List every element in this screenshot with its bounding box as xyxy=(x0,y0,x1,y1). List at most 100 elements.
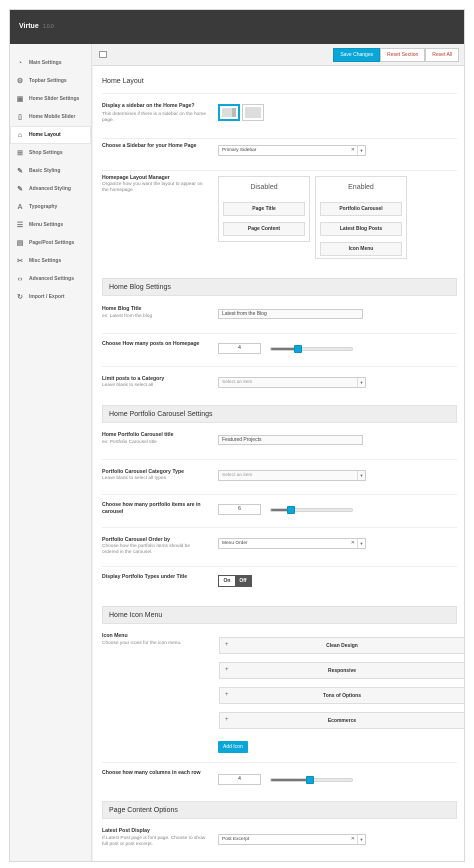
list-icon: ☰ xyxy=(16,222,24,229)
portfolio-item-count-slider[interactable] xyxy=(270,506,353,514)
portfolio-category-select[interactable]: Select an item ▼ xyxy=(218,470,366,481)
layout-sidebar-option[interactable] xyxy=(218,104,240,121)
toggle-off[interactable]: Off xyxy=(235,576,251,586)
sidebar-item-topbar-settings[interactable]: ⚙ Topbar Settings xyxy=(10,72,91,90)
chevron-down-icon[interactable]: ▼ xyxy=(357,835,365,844)
field-label: Display Portfolio Types under Title xyxy=(102,574,188,580)
latest-post-display-select[interactable]: Post Excerpt ✕ ▼ xyxy=(218,834,366,845)
disabled-title: Disabled xyxy=(250,184,278,191)
sidebar-item-advanced-settings[interactable]: ‹› Advanced Settings xyxy=(10,270,91,288)
block-page-title[interactable]: Page Title xyxy=(223,202,305,216)
sidebar-item-home-mobile-slider[interactable]: ▯ Home Mobile Slider xyxy=(10,108,91,126)
row-portfolio-item-count: Choose how many portfolio items are in c… xyxy=(102,494,457,527)
blog-title-input[interactable]: Latest from the Blog xyxy=(218,309,363,319)
sidebar-item-misc-settings[interactable]: ✂ Misc Settings xyxy=(10,252,91,270)
row-sidebar-display: Display a sidebar on the Home Page? This… xyxy=(102,93,457,138)
icon-item-label: Responsive xyxy=(327,668,357,674)
reset-all-button[interactable]: Reset All xyxy=(425,48,459,62)
layout-full-width-option[interactable] xyxy=(242,104,264,121)
sidebar-item-main-settings[interactable]: ◔ Main Settings xyxy=(10,54,91,72)
sidebar-item-label: Misc Settings xyxy=(29,258,62,264)
chevron-down-icon[interactable]: ▼ xyxy=(357,471,365,480)
cart-icon: ⊞ xyxy=(17,150,23,157)
block-page-content[interactable]: Page Content xyxy=(223,222,305,236)
sidebar-item-basic-styling[interactable]: ✎ Basic Styling xyxy=(10,162,91,180)
icon-menu-item[interactable]: + Clean Design xyxy=(219,637,464,654)
main-content: Save Changes Reset Section Reset All Hom… xyxy=(93,44,464,861)
portfolio-types-toggle[interactable]: On Off xyxy=(218,575,252,587)
row-portfolio-category: Portfolio Carousel Category Type Leave b… xyxy=(102,459,457,494)
section-portfolio-carousel-settings: Home Portfolio Carousel Settings xyxy=(102,405,457,423)
refresh-icon: ↻ xyxy=(17,294,23,301)
icon-menu-item[interactable]: + Responsive xyxy=(219,662,464,679)
field-label: Choose a Sidebar for your Home Page xyxy=(102,143,197,149)
image-icon: ▣ xyxy=(16,96,24,103)
sidebar-item-import-export[interactable]: ↻ Import / Export xyxy=(10,288,91,306)
chevron-down-icon[interactable]: ▼ xyxy=(357,146,365,155)
clear-icon[interactable]: ✕ xyxy=(351,146,355,155)
slider-handle[interactable] xyxy=(306,776,314,784)
field-description: Organize how you want the layout to appe… xyxy=(102,182,203,194)
toolbar: Save Changes Reset Section Reset All xyxy=(93,44,464,66)
blog-category-select[interactable]: Select an item ▼ xyxy=(218,377,366,388)
toggle-on[interactable]: On xyxy=(219,576,235,586)
field-label: Icon Menu xyxy=(102,633,128,639)
field-label: Portfolio Carousel Order by xyxy=(102,537,171,543)
clear-icon[interactable]: ✕ xyxy=(351,539,355,548)
expand-icon[interactable] xyxy=(99,51,107,58)
sidebar-item-home-slider-settings[interactable]: ▣ Home Slider Settings xyxy=(10,90,91,108)
save-changes-button[interactable]: Save Changes xyxy=(333,48,381,62)
pencil-icon: ✎ xyxy=(17,168,23,175)
reset-section-button[interactable]: Reset Section xyxy=(380,48,426,62)
select-placeholder: Select an item xyxy=(222,380,253,385)
row-icon-columns: Choose how many columns in each row 4 xyxy=(102,762,457,798)
row-blog-category: Limit posts to a Category Leave blank to… xyxy=(102,366,457,402)
chevron-down-icon[interactable]: ▼ xyxy=(357,378,365,387)
section-page-content-options: Page Content Options xyxy=(102,801,457,819)
icon-item-label: Clean Design xyxy=(326,643,358,649)
enabled-blocks-list: Enabled Portfolio Carousel Latest Blog P… xyxy=(315,176,407,259)
sidebar-item-home-layout[interactable]: ⌂ Home Layout xyxy=(10,126,91,144)
sidebar-item-label: Basic Styling xyxy=(29,168,61,174)
icon-columns-input[interactable]: 4 xyxy=(218,774,261,785)
sidebar-item-menu-settings[interactable]: ☰ Menu Settings xyxy=(10,216,91,234)
icon-columns-slider[interactable] xyxy=(270,776,353,784)
slider-handle[interactable] xyxy=(294,345,302,353)
block-portfolio-carousel[interactable]: Portfolio Carousel xyxy=(320,202,402,216)
icon-menu-item[interactable]: + Ecommerce xyxy=(219,712,464,729)
slider-handle[interactable] xyxy=(287,506,295,514)
app-name: Virtue xyxy=(19,23,39,30)
sidebar-item-label: Home Layout xyxy=(29,132,61,138)
sidebar-item-label: Advanced Styling xyxy=(29,186,71,192)
portfolio-item-count-input[interactable]: 6 xyxy=(218,504,261,515)
field-description: Choose how the portfolio items should be… xyxy=(102,544,190,556)
field-description: ex: Latest from the blog xyxy=(102,314,153,319)
section-title-home-layout: Home Layout xyxy=(102,78,144,85)
select-placeholder: Select an item xyxy=(222,473,253,478)
slider-fill xyxy=(271,779,310,781)
blog-post-count-slider[interactable] xyxy=(270,345,353,353)
row-latest-post-display: Latest Post Display If Latest Post page … xyxy=(102,825,457,861)
icon-menu-item[interactable]: + Tons of Options xyxy=(219,687,464,704)
field-description: Leave blank to select all xyxy=(102,383,154,388)
section-home-blog-settings: Home Blog Settings xyxy=(102,278,457,296)
sidebar-item-label: Shop Settings xyxy=(29,150,63,156)
clear-icon[interactable]: ✕ xyxy=(351,835,355,844)
block-latest-blog-posts[interactable]: Latest Blog Posts xyxy=(320,222,402,236)
chevron-down-icon[interactable]: ▼ xyxy=(357,539,365,548)
sidebar-item-page-post-settings[interactable]: ▤ Page/Post Settings xyxy=(10,234,91,252)
field-label: Choose how many columns in each row xyxy=(102,770,201,776)
field-description: Choose your icons for the icon menu. xyxy=(102,641,182,646)
sidebar-item-typography[interactable]: A Typography xyxy=(10,198,91,216)
top-bar: Virtue 1.0.0 xyxy=(10,10,464,44)
portfolio-title-input[interactable]: Featured Projects xyxy=(218,435,363,445)
sidebar-item-shop-settings[interactable]: ⊞ Shop Settings xyxy=(10,144,91,162)
add-icon-button[interactable]: Add Icon xyxy=(218,741,248,753)
blog-post-count-input[interactable]: 4 xyxy=(218,343,261,354)
sidebar-select[interactable]: Primary Sidebar ✕ ▼ xyxy=(218,145,366,156)
sidebar-item-advanced-styling[interactable]: ✎ Advanced Styling xyxy=(10,180,91,198)
sidebar-item-label: Import / Export xyxy=(29,294,65,300)
gear-icon: ⚙ xyxy=(16,78,24,85)
portfolio-order-select[interactable]: Menu Order ✕ ▼ xyxy=(218,538,366,549)
block-icon-menu[interactable]: Icon Menu xyxy=(320,242,402,256)
